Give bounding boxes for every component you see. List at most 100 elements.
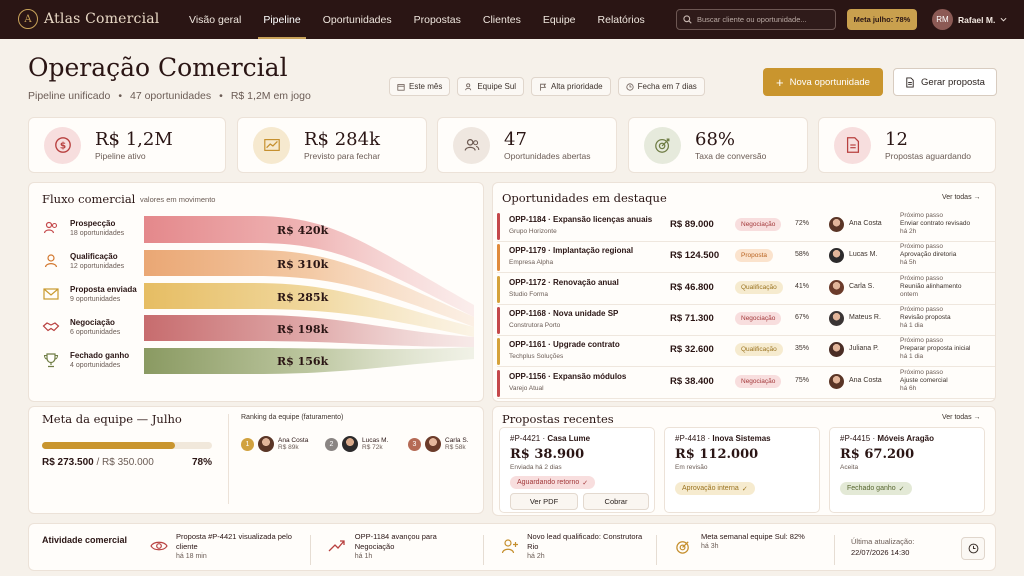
proposal-client: Inova Sistemas	[712, 434, 771, 443]
mail-icon	[43, 288, 59, 300]
filter-fecha-7-dias[interactable]: Fecha em 7 dias	[617, 77, 705, 96]
goal-progress-fill	[42, 442, 175, 449]
proposal-card[interactable]: #P-4421 · Casa Lume R$ 38.900 Enviada há…	[499, 427, 655, 513]
charge-button[interactable]: Cobrar	[583, 493, 649, 510]
opportunity-row[interactable]: OPP-1179 · Implantação regional Empresa A…	[497, 242, 995, 274]
generate-proposal-label: Gerar proposta	[921, 76, 985, 88]
status-label: Fechado ganho	[847, 485, 896, 492]
nav-item-relatorios[interactable]: Relatórios	[587, 0, 656, 39]
activity-time: há 18 min	[176, 553, 207, 560]
stage-count: 9 oportunidades	[70, 296, 121, 303]
nav-item-propostas[interactable]: Propostas	[403, 0, 472, 39]
filter-este-mes[interactable]: Este mês	[389, 77, 451, 96]
last-update-value: 22/07/2026 14:30	[851, 548, 910, 557]
proposal-date: Enviada há 2 dias	[510, 464, 562, 471]
opportunity-id: OPP-1184	[509, 215, 546, 224]
opportunity-title: OPP-1161 · Upgrade contrato	[509, 340, 620, 350]
activity-divider	[483, 535, 484, 565]
kpi-card-conversion[interactable]: 68% Taxa de conversão	[628, 117, 808, 173]
avatar: RM	[932, 9, 953, 30]
search-input[interactable]	[697, 15, 827, 24]
stage-label: Negociação	[70, 318, 115, 327]
monthly-goal-badge[interactable]: Meta julho: 78%	[847, 9, 917, 30]
stage-negociacao[interactable]: Negociação 6 oportunidades	[42, 318, 120, 336]
users-icon	[465, 82, 472, 90]
opportunity-name: Nova unidade SP	[553, 308, 619, 318]
ranking-title: Ranking da equipe (faturamento)	[241, 414, 344, 421]
stage-fechado-ganho[interactable]: Fechado ganho 4 oportunidades	[42, 351, 129, 369]
ranking-item-1[interactable]: 1 Ana Costa R$ 89k	[241, 436, 308, 452]
filter-alta-prioridade[interactable]: Alta prioridade	[531, 77, 611, 96]
next-step-time: há 5h	[900, 259, 917, 267]
new-opportunity-label: Nova oportunidade	[789, 76, 870, 88]
activity-item[interactable]: Proposta #P-4421 visualizada pelo client…	[150, 532, 300, 560]
document-icon	[846, 137, 859, 153]
status-label: Aguardando retorno	[517, 479, 580, 486]
activity-time: há 3h	[701, 543, 719, 550]
activity-item[interactable]: Novo lead qualificado: Construtora Rio há…	[500, 532, 650, 560]
activity-divider	[834, 535, 835, 565]
opportunity-row[interactable]: OPP-1161 · Upgrade contrato Techplus Solu…	[497, 336, 995, 368]
next-step-text: Preparar proposta inicial	[900, 345, 971, 353]
activity-divider	[656, 535, 657, 565]
opportunity-row[interactable]: OPP-1156 · Expansão módulos Varejo Atual R…	[497, 368, 995, 399]
nav-item-pipeline[interactable]: Pipeline	[252, 0, 311, 39]
kpi-card-proposals[interactable]: 12 Propostas aguardando	[818, 117, 996, 173]
kpi-card-opportunities[interactable]: 47 Oportunidades abertas	[437, 117, 617, 173]
activity-item[interactable]: OPP-1184 avançou para Negociação há 1h	[327, 532, 477, 560]
brand-logo-icon: A	[18, 9, 38, 29]
stage-label: Fechado ganho	[70, 351, 130, 360]
opportunity-value: R$ 32.600	[670, 344, 714, 356]
opportunity-row[interactable]: OPP-1168 · Nova unidade SP Construtora Po…	[497, 305, 995, 336]
generate-proposal-button[interactable]: Gerar proposta	[893, 68, 997, 96]
next-step-text: Revisão proposta	[900, 313, 951, 321]
opportunity-owner: Mateus R.	[849, 313, 881, 321]
stage-proposta-enviada[interactable]: Proposta enviada 9 oportunidades	[42, 285, 137, 303]
subtitle-dot: •	[118, 90, 122, 102]
new-opportunity-button[interactable]: + Nova oportunidade	[763, 68, 883, 96]
proposal-card[interactable]: #P-4418 · Inova Sistemas R$ 112.000 Em r…	[664, 427, 820, 513]
opportunity-value: R$ 46.800	[670, 281, 714, 293]
proposal-id: #P-4421	[510, 434, 541, 443]
proposal-client: Casa Lume	[547, 434, 591, 443]
proposal-value: R$ 112.000	[675, 447, 759, 462]
opportunity-row[interactable]: OPP-1184 · Expansão licenças anuais Grupo…	[497, 211, 995, 242]
user-menu[interactable]: RM Rafael M.	[932, 9, 1007, 30]
kpi-card-pipeline[interactable]: $ R$ 1,2M Pipeline ativo	[28, 117, 226, 173]
proposal-card[interactable]: #P-4415 · Móveis Aragão R$ 67.200 Aceita…	[829, 427, 985, 513]
filter-equipe-sul[interactable]: Equipe Sul	[457, 77, 525, 96]
goal-progress-track	[42, 442, 212, 449]
proposal-header: #P-4418 · Inova Sistemas	[675, 434, 771, 443]
brand[interactable]: A Atlas Comercial	[18, 9, 160, 29]
kpi-card-forecast[interactable]: R$ 284k Previsto para fechar	[237, 117, 427, 173]
kpi-value: 68%	[695, 128, 736, 150]
nav-item-visao-geral[interactable]: Visão geral	[178, 0, 252, 39]
kpi-value: R$ 284k	[304, 128, 380, 150]
nav-item-equipe[interactable]: Equipe	[532, 0, 587, 39]
ranking-item-2[interactable]: 2 Lucas M. R$ 72k	[325, 436, 388, 452]
opportunity-row[interactable]: OPP-1172 · Renovação anual Studio Forma R$…	[497, 274, 995, 305]
stage-prospeccao[interactable]: Prospecção 18 oportunidades	[42, 219, 124, 237]
highlights-see-all-link[interactable]: Ver todas →	[942, 194, 981, 201]
recent-proposals-title: Propostas recentes	[502, 412, 614, 426]
history-button[interactable]	[961, 537, 985, 560]
brand-name: Atlas Comercial	[44, 11, 160, 27]
view-pdf-button[interactable]: Ver PDF	[510, 493, 578, 510]
search-box	[676, 9, 836, 30]
proposals-see-all-link[interactable]: Ver todas →	[942, 414, 981, 421]
opportunity-id: OPP-1179	[509, 246, 546, 256]
opportunity-company: Empresa Alpha	[509, 259, 554, 267]
ranking-item-3[interactable]: 3 Carla S. R$ 58k	[408, 436, 468, 452]
nav-item-clientes[interactable]: Clientes	[472, 0, 532, 39]
filter-label: Alta prioridade	[551, 82, 603, 91]
activity-title: Atividade comercial	[42, 535, 128, 545]
stage-qualificacao[interactable]: Qualificação 12 oportunidades	[42, 252, 124, 270]
nav-item-oportunidades[interactable]: Oportunidades	[312, 0, 403, 39]
handshake-icon	[42, 322, 60, 332]
subtitle-amount: R$ 1,2M em jogo	[230, 90, 311, 102]
status-badge: Negociação	[735, 374, 782, 388]
arrow-right-icon: →	[973, 414, 981, 421]
commercial-flow-title: Fluxo comercial	[42, 192, 136, 206]
activity-time: há 1h	[354, 553, 373, 560]
activity-item[interactable]: Meta semanal equipe Sul: 82% há 3h	[673, 532, 823, 556]
